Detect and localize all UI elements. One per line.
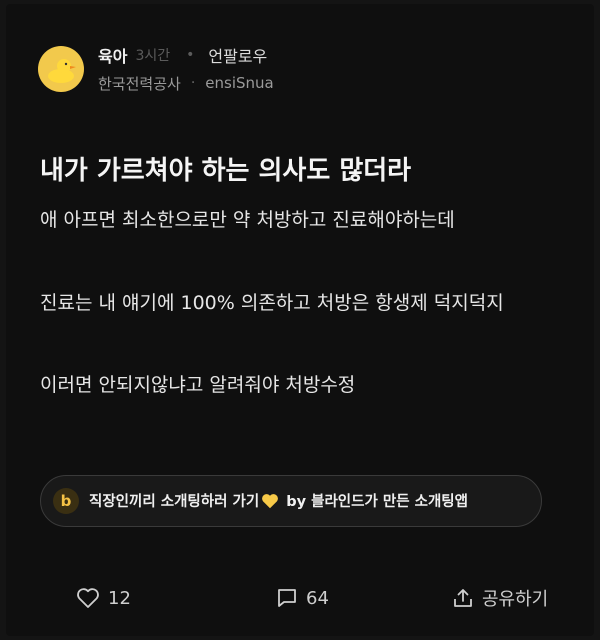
unfollow-button[interactable]: 언팔로우 bbox=[208, 43, 267, 67]
share-icon bbox=[454, 589, 472, 607]
post-body-line: 이러면 안되지않냐고 알려줘야 처방수정 bbox=[40, 374, 356, 396]
heart-icon bbox=[77, 588, 99, 608]
post-container: 육아 3시간 • 언팔로우 한국전력공사 · ensiSnua 내가 가르쳐야 … bbox=[6, 4, 594, 636]
like-button[interactable]: 12 bbox=[76, 584, 131, 612]
post-header: 육아 3시간 • 언팔로우 한국전력공사 · ensiSnua bbox=[38, 44, 558, 96]
share-button[interactable]: 공유하기 bbox=[452, 584, 548, 612]
post-title: 내가 가르쳐야 하는 의사도 많더라 bbox=[40, 156, 412, 186]
separator-dot: • bbox=[186, 47, 195, 63]
post-body-line: 진료는 내 얘기에 100% 의존하고 처방은 항생제 덕지덕지 bbox=[40, 292, 504, 314]
company-name[interactable]: 한국전력공사 bbox=[98, 73, 181, 94]
category-label[interactable]: 육아 bbox=[98, 43, 127, 67]
author-nickname[interactable]: ensiSnua bbox=[205, 74, 273, 92]
comment-button[interactable]: 64 bbox=[276, 584, 329, 612]
avatar[interactable] bbox=[38, 46, 84, 92]
comment-icon bbox=[278, 589, 296, 607]
ad-text: by 블라인드가 만든 소개팅앱 bbox=[286, 493, 468, 510]
post-body-line: 애 아프면 최소한으로만 약 처방하고 진료해야하는데 bbox=[40, 209, 455, 231]
share-label: 공유하기 bbox=[482, 589, 549, 610]
ad-banner[interactable]: b 직장인끼리 소개팅하러 가기 by 블라인드가 만든 소개팅앱 bbox=[40, 475, 542, 527]
separator-dot: · bbox=[190, 75, 196, 91]
blind-logo-icon: b bbox=[53, 488, 79, 514]
ad-text: 직장인끼리 소개팅하러 가기 bbox=[89, 493, 260, 510]
yellow-heart-icon bbox=[261, 493, 279, 513]
comment-count: 64 bbox=[306, 587, 329, 609]
post-time: 3시간 bbox=[135, 48, 171, 64]
duck-icon bbox=[48, 59, 76, 83]
like-count: 12 bbox=[108, 587, 131, 609]
